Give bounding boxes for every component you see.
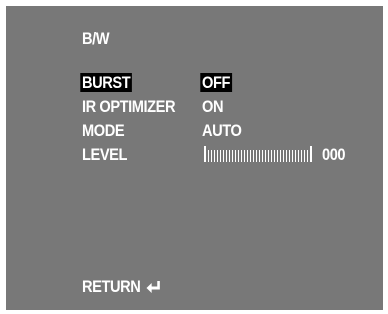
level-slider-indicator <box>204 146 206 162</box>
level-slider-tick <box>244 150 245 162</box>
menu-item-burst-label[interactable]: BURST <box>80 73 132 92</box>
return-label: RETURN <box>82 277 141 296</box>
enter-return-icon <box>146 280 161 294</box>
menu-item-ir-optimizer-value[interactable]: ON <box>202 98 223 115</box>
level-slider-tick <box>241 150 242 162</box>
level-slider-tick <box>214 150 215 162</box>
level-slider-tick <box>298 150 299 162</box>
level-slider-tick <box>259 150 260 162</box>
level-slider-tick <box>262 150 263 162</box>
return-button[interactable]: RETURN <box>82 278 161 295</box>
osd-screen: B/W BURST OFF IR OPTIMIZER ON MODE AUTO … <box>6 6 383 310</box>
level-slider-tick <box>277 150 278 162</box>
level-slider-tick <box>250 150 251 162</box>
level-slider-tick <box>304 150 305 162</box>
level-slider-tick <box>286 150 287 162</box>
level-slider[interactable] <box>204 146 316 162</box>
level-slider-tick <box>283 150 284 162</box>
level-slider-tick <box>253 150 254 162</box>
level-slider-tick <box>274 150 275 162</box>
selected-value: OFF <box>200 73 232 92</box>
level-slider-tick <box>280 150 281 162</box>
level-slider-tick <box>211 150 212 162</box>
menu-title: B/W <box>82 29 110 48</box>
level-slider-tick <box>232 150 233 162</box>
level-slider-tick <box>292 150 293 162</box>
level-slider-tick <box>301 150 302 162</box>
level-slider-tick <box>226 150 227 162</box>
level-slider-tick <box>217 150 218 162</box>
level-slider-tick <box>256 150 257 162</box>
menu-item-level-label[interactable]: LEVEL <box>82 146 127 163</box>
level-slider-tick <box>238 150 239 162</box>
selected-label: BURST <box>80 73 132 92</box>
level-slider-tick <box>247 150 248 162</box>
menu-item-mode-value[interactable]: AUTO <box>202 122 242 139</box>
level-slider-tick <box>268 150 269 162</box>
level-slider-tick <box>307 150 308 162</box>
level-value: 000 <box>322 145 346 164</box>
level-slider-tick <box>265 150 266 162</box>
level-slider-tick <box>235 150 236 162</box>
level-slider-tick <box>223 150 224 162</box>
level-slider-tick <box>208 150 209 162</box>
level-slider-tick <box>295 150 296 162</box>
menu-item-mode-label[interactable]: MODE <box>82 122 125 139</box>
menu-item-ir-optimizer-label[interactable]: IR OPTIMIZER <box>82 98 176 115</box>
level-slider-tick <box>220 150 221 162</box>
level-slider-tick <box>229 150 230 162</box>
level-slider-tick <box>289 150 290 162</box>
menu-item-burst-value[interactable]: OFF <box>200 73 232 92</box>
level-slider-tick <box>310 146 312 162</box>
level-slider-tick <box>271 150 272 162</box>
